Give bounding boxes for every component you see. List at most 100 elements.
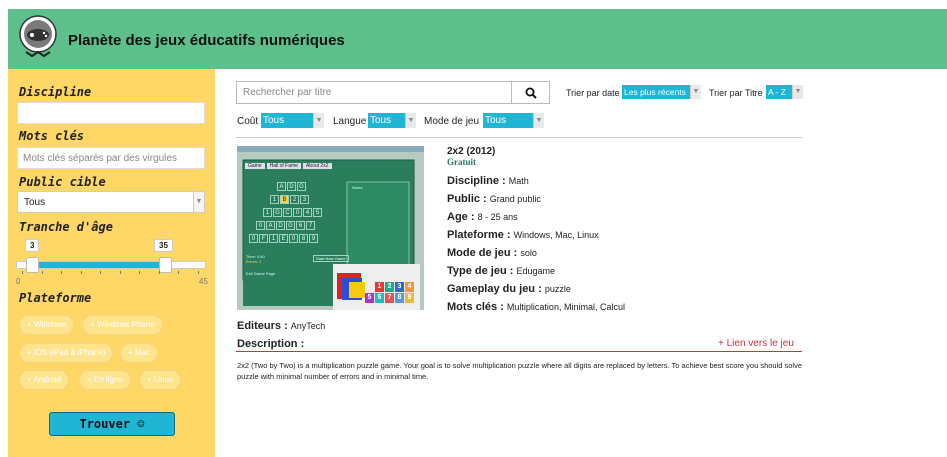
- mode-field-value: solo: [520, 248, 537, 258]
- game-age-row: Age : 8 - 25 ans: [447, 211, 518, 223]
- discipline-label: Discipline: [19, 85, 92, 99]
- platform-field-label: Plateforme :: [447, 229, 511, 241]
- sort-date-value: Les plus récents: [624, 87, 686, 97]
- discipline-input[interactable]: [17, 102, 205, 124]
- public-field-label: Public :: [447, 193, 487, 205]
- cost-select-value: Tous: [263, 115, 285, 126]
- game-link[interactable]: + Lien vers le jeu: [718, 338, 794, 349]
- puzzle-cell: A: [266, 221, 275, 230]
- age-min-label: 0: [16, 277, 21, 286]
- number-block: 3: [395, 282, 404, 292]
- game-screenshot[interactable]: Game Hall of Fame About 2x2 ADG1B231GC04…: [237, 146, 424, 310]
- number-block: 4: [405, 282, 414, 292]
- game-platform-row: Plateforme : Windows, Mac, Linux: [447, 229, 599, 241]
- description-label: Description :: [237, 338, 305, 350]
- chevron-down-icon: ▼: [533, 113, 544, 128]
- platform-chip-android[interactable]: + Android: [19, 370, 70, 390]
- age-slider[interactable]: [16, 257, 206, 273]
- puzzle-cell: E: [279, 234, 288, 243]
- slider-tick: [139, 271, 141, 274]
- puzzle-cell: 7: [306, 221, 315, 230]
- site-title: Planète des jeux éducatifs numériques: [68, 32, 345, 49]
- age-slider-fill: [29, 262, 165, 268]
- platform-label: Plateforme: [19, 291, 92, 305]
- platform-chip-mac[interactable]: + Mac: [120, 343, 159, 363]
- screenshot-errors: Errors: 1: [246, 259, 262, 264]
- age-field-value: 8 - 25 ans: [477, 212, 518, 222]
- chevron-down-icon: ▼: [690, 85, 701, 99]
- screenshot-tab: Game: [245, 163, 265, 169]
- game-mode-row: Mode de jeu : solo: [447, 247, 537, 259]
- game-type-row: Type de jeu : Edugame: [447, 265, 555, 277]
- slider-tick: [198, 271, 199, 274]
- search-button[interactable]: [512, 81, 550, 104]
- mode-field-label: Mode de jeu :: [447, 247, 518, 259]
- description-divider: [236, 351, 802, 352]
- puzzle-cell: 2: [290, 195, 299, 204]
- keywords-field-value: Multiplication, Minimal, Calcul: [506, 302, 625, 312]
- puzzle-cell: 0: [293, 208, 302, 217]
- screenshot-exit: Exit Game Page: [246, 271, 276, 276]
- find-button[interactable]: Trouver ☺: [49, 412, 175, 436]
- puzzle-cell: 5: [313, 208, 322, 217]
- game-mode-select-value: Tous: [485, 115, 507, 126]
- number-block: 7: [385, 293, 394, 303]
- title-search-input[interactable]: Rechercher par titre: [236, 81, 512, 104]
- gameplay-field-label: Gameplay du jeu :: [447, 283, 542, 295]
- screenshot-new-game: Start New Game: [313, 255, 349, 262]
- game-gameplay-row: Gameplay du jeu : puzzle: [447, 283, 571, 295]
- slider-tick: [119, 271, 121, 274]
- platform-chip-linux[interactable]: + Linux: [139, 370, 182, 390]
- puzzle-cell: D: [276, 221, 285, 230]
- number-block: 6: [375, 293, 384, 303]
- puzzle-cell: 8: [299, 234, 308, 243]
- keywords-input[interactable]: Mots clés séparés par des virgules: [17, 147, 205, 169]
- game-discipline-row: Discipline : Math: [447, 175, 529, 187]
- age-high-value: 35: [154, 239, 173, 252]
- search-icon: [525, 87, 537, 99]
- age-max-label: 45: [199, 277, 208, 286]
- puzzle-cell: 4: [303, 208, 312, 217]
- number-block: 8: [395, 293, 404, 303]
- platform-chip-windows-phone[interactable]: + Windows Phone: [82, 315, 163, 335]
- game-mode-label: Mode de jeu: [424, 116, 480, 127]
- slider-tick: [80, 271, 82, 274]
- chevron-down-icon: ▼: [792, 85, 803, 99]
- sort-date-select[interactable]: Les plus récents ▼: [622, 85, 701, 99]
- age-slider-ticks: [22, 271, 199, 274]
- chevron-down-icon: ▼: [193, 192, 204, 212]
- sort-title-label: Trier par Titre: [709, 88, 763, 98]
- cost-select[interactable]: Tous ▼: [261, 113, 324, 128]
- slider-tick: [178, 271, 180, 274]
- platform-chip-windows[interactable]: + Windows: [19, 315, 75, 335]
- puzzle-cell: F: [259, 234, 268, 243]
- site-header: Planète des jeux éducatifs numériques: [8, 9, 947, 69]
- sort-date-label: Trier par date: [566, 88, 620, 98]
- puzzle-cell: G: [273, 208, 282, 217]
- language-label: Langue: [333, 116, 367, 127]
- number-block: 2: [385, 282, 394, 292]
- puzzle-cell: 1: [269, 234, 278, 243]
- game-mode-select[interactable]: Tous ▼: [483, 113, 544, 128]
- puzzle-cell: D: [287, 182, 296, 191]
- game-keywords-row: Mots clés : Multiplication, Minimal, Cal…: [447, 301, 625, 313]
- age-field-label: Age :: [447, 211, 475, 223]
- keywords-field-label: Mots clés :: [447, 301, 504, 313]
- gamepad-logo-icon[interactable]: [18, 14, 58, 58]
- platform-chip-online[interactable]: + En ligne: [79, 370, 131, 390]
- public-select[interactable]: Tous ▼: [17, 191, 205, 213]
- puzzle-cell: C: [283, 208, 292, 217]
- puzzle-cell: G: [297, 182, 306, 191]
- public-select-value: Tous: [24, 197, 46, 208]
- game-title[interactable]: 2x2 (2012): [447, 146, 495, 157]
- puzzle-cell: A: [277, 182, 286, 191]
- platform-chip-ios[interactable]: + iOS (iPad & iPhone): [19, 343, 114, 363]
- puzzle-cell: 3: [300, 195, 309, 204]
- number-block: 1: [375, 282, 384, 292]
- sort-title-select[interactable]: A - Z ▼: [766, 85, 803, 99]
- screenshot-notes: Notes: [352, 185, 363, 190]
- language-select[interactable]: Tous ▼: [368, 113, 416, 128]
- slider-tick: [22, 271, 23, 274]
- game-price: Gratuit: [447, 157, 476, 167]
- chevron-down-icon: ▼: [313, 113, 324, 128]
